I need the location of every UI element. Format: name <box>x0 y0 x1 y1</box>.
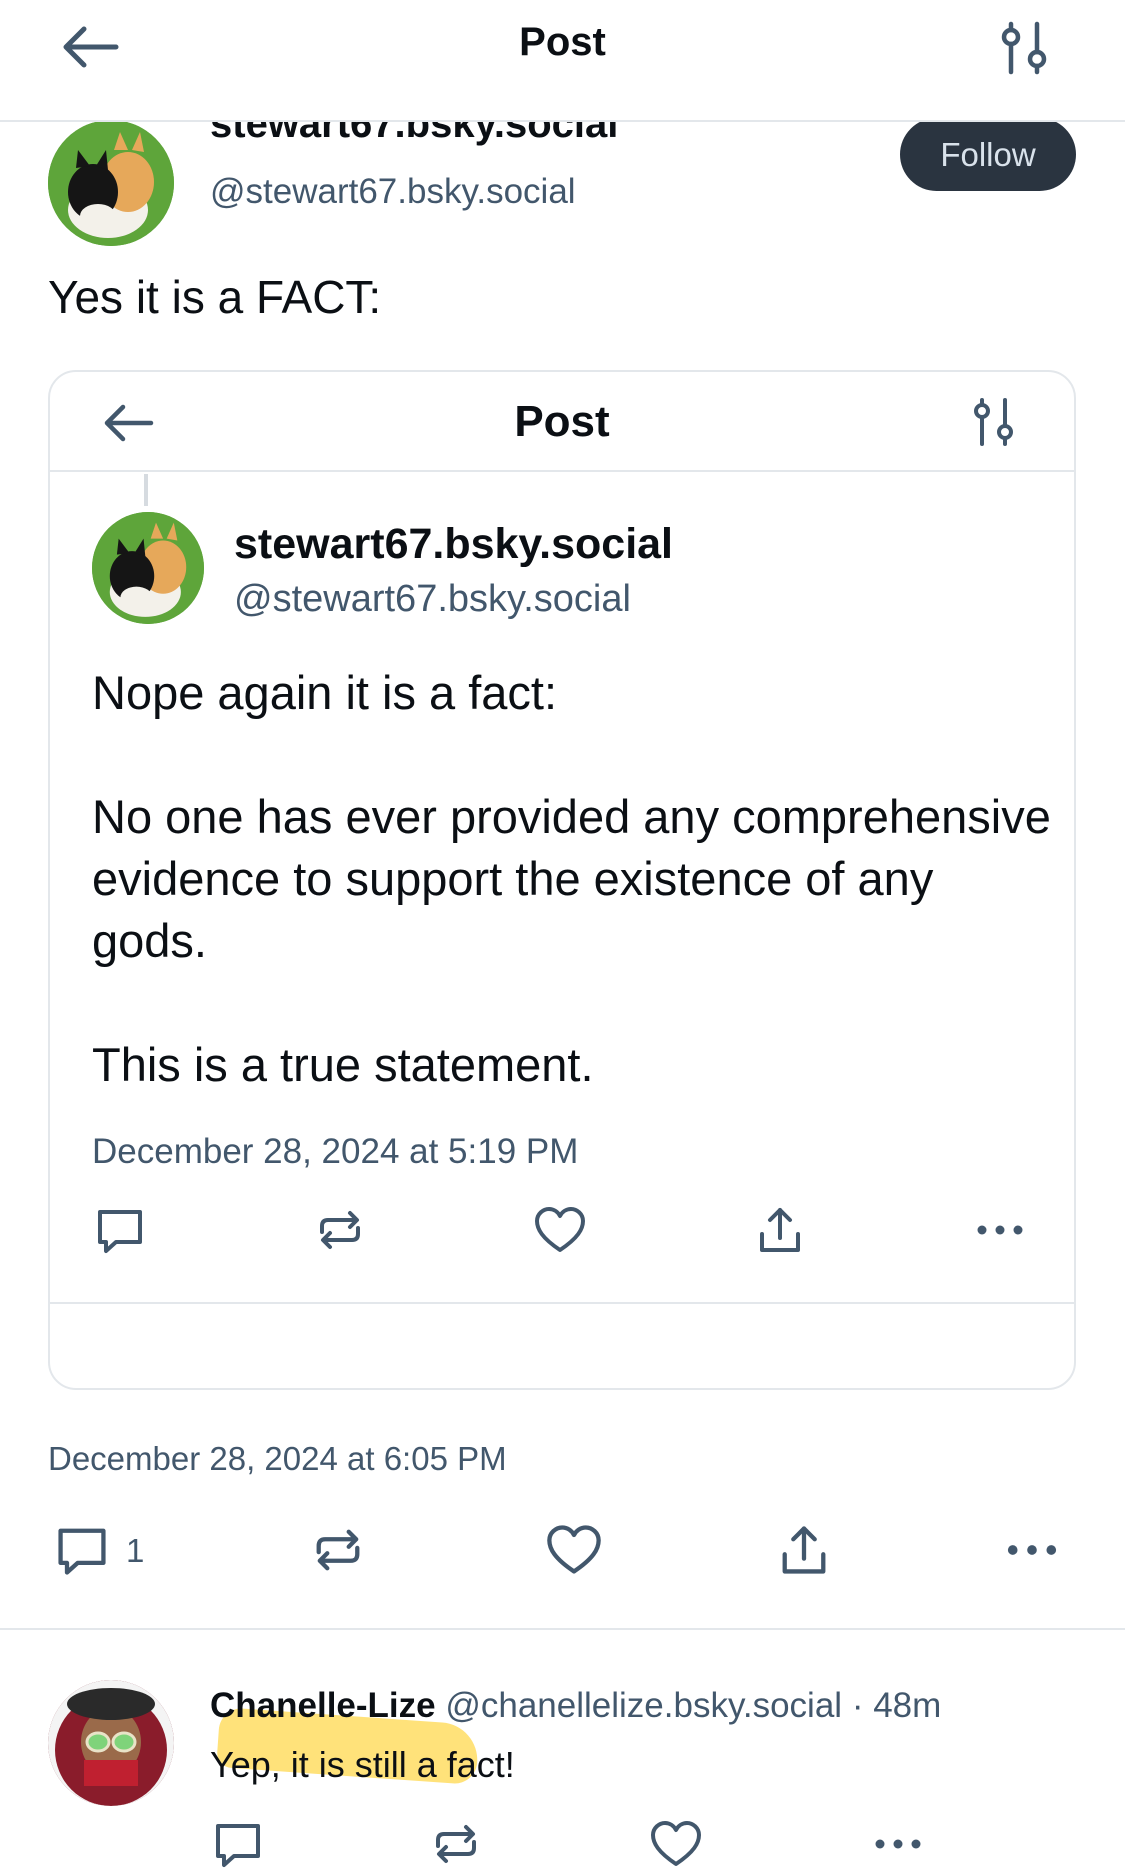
post-timestamp: December 28, 2024 at 6:05 PM <box>48 1440 507 1477</box>
more-icon <box>972 1202 1032 1262</box>
post-text: Yes it is a FACT: <box>48 271 382 323</box>
repost-icon[interactable] <box>306 1520 370 1580</box>
share-icon <box>752 1202 812 1262</box>
embedded-paragraph: No one has ever provided any comprehensi… <box>92 790 1051 967</box>
comment-icon[interactable] <box>50 1520 114 1580</box>
more-icon[interactable] <box>870 1816 926 1872</box>
share-icon[interactable] <box>772 1520 836 1580</box>
sliders-icon[interactable] <box>995 20 1055 76</box>
heart-icon <box>532 1202 592 1262</box>
repost-icon <box>312 1202 372 1262</box>
reply-author-handle[interactable]: @chanellelize.bsky.social <box>445 1686 842 1725</box>
embedded-author-handle: @stewart67.bsky.social <box>234 578 631 620</box>
thread-line <box>144 474 148 506</box>
reply-actions <box>0 1810 1125 1872</box>
heart-icon[interactable] <box>542 1520 606 1580</box>
more-icon[interactable] <box>1000 1520 1064 1580</box>
heart-icon[interactable] <box>648 1816 704 1872</box>
embedded-author-name: stewart67.bsky.social <box>234 520 674 568</box>
follow-button[interactable]: Follow <box>900 118 1076 191</box>
reply-time: 48m <box>873 1686 942 1725</box>
reply-author-name[interactable]: Chanelle-Lize <box>210 1686 436 1725</box>
reply-meta: Chanelle-Lize @chanellelize.bsky.social … <box>210 1686 941 1726</box>
post-actions: 1 <box>0 1520 1125 1590</box>
author-handle[interactable]: @stewart67.bsky.social <box>210 172 576 212</box>
comment-icon <box>92 1202 152 1262</box>
top-bar: Post <box>0 0 1125 122</box>
embedded-paragraph: This is a true statement. <box>92 1038 594 1091</box>
repost-icon[interactable] <box>428 1816 484 1872</box>
page-title: Post <box>519 20 606 64</box>
embedded-top-bar: Post <box>50 372 1074 472</box>
reply-text: Yep, it is still a fact! <box>210 1744 515 1785</box>
reply-avatar[interactable] <box>48 1680 174 1806</box>
embedded-author-avatar <box>92 512 204 624</box>
reply-count: 1 <box>126 1532 145 1569</box>
author-avatar[interactable] <box>48 120 174 246</box>
embedded-timestamp: December 28, 2024 at 5:19 PM <box>92 1132 579 1171</box>
embedded-image[interactable]: Post stewart67.bsky.social @stewart67.bs… <box>48 370 1076 1390</box>
embedded-paragraph: Nope again it is a fact: <box>92 666 558 719</box>
sliders-icon <box>968 396 1020 448</box>
embedded-post-body: Nope again it is a fact: No one has ever… <box>92 662 1052 1096</box>
comment-icon[interactable] <box>210 1816 266 1872</box>
embedded-actions <box>50 1202 1074 1282</box>
divider <box>0 1628 1125 1630</box>
embedded-title: Post <box>514 397 610 446</box>
embedded-divider <box>50 1302 1074 1304</box>
reply-separator: · <box>851 1686 864 1725</box>
